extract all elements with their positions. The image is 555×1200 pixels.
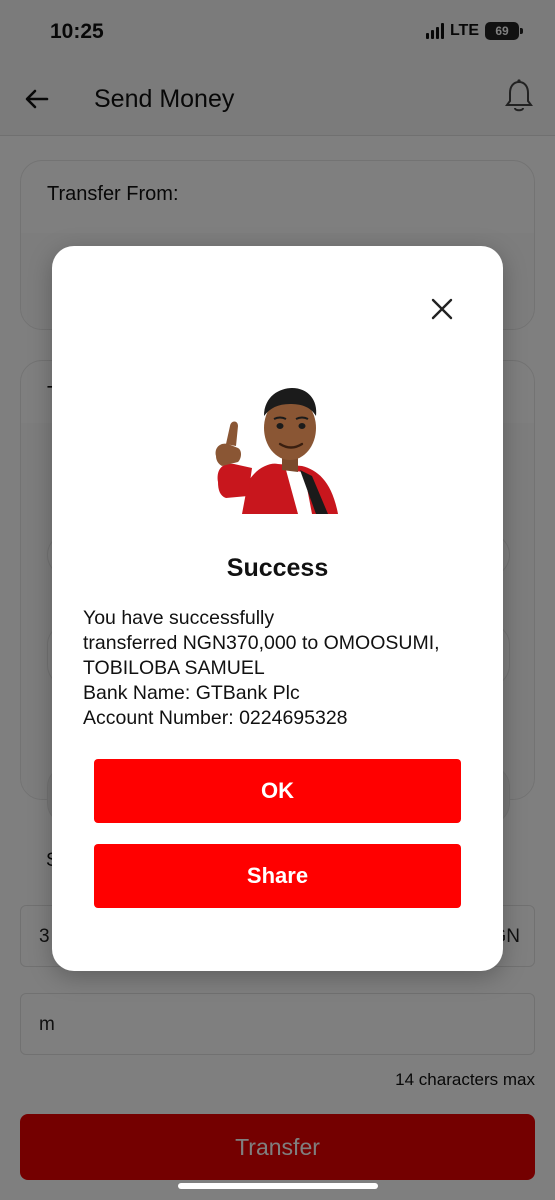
message-line: Bank Name: GTBank Plc (83, 682, 300, 704)
thumbs-up-mascot-illustration (215, 388, 338, 514)
modal-title: Success (226, 554, 329, 582)
success-modal: Success You have successfully transferre… (52, 246, 503, 971)
message-line: transferred NGN370,000 to OMOOSUMI, (83, 632, 440, 654)
message-line: You have successfully (83, 607, 275, 629)
success-message: You have successfully transferred NGN370… (83, 606, 483, 731)
message-line: Account Number: 0224695328 (83, 707, 348, 729)
ok-button[interactable]: OK (94, 759, 461, 823)
close-icon[interactable] (429, 296, 455, 322)
share-button[interactable]: Share (94, 844, 461, 908)
home-indicator (178, 1183, 378, 1189)
message-line: TOBILOBA SAMUEL (83, 657, 265, 679)
